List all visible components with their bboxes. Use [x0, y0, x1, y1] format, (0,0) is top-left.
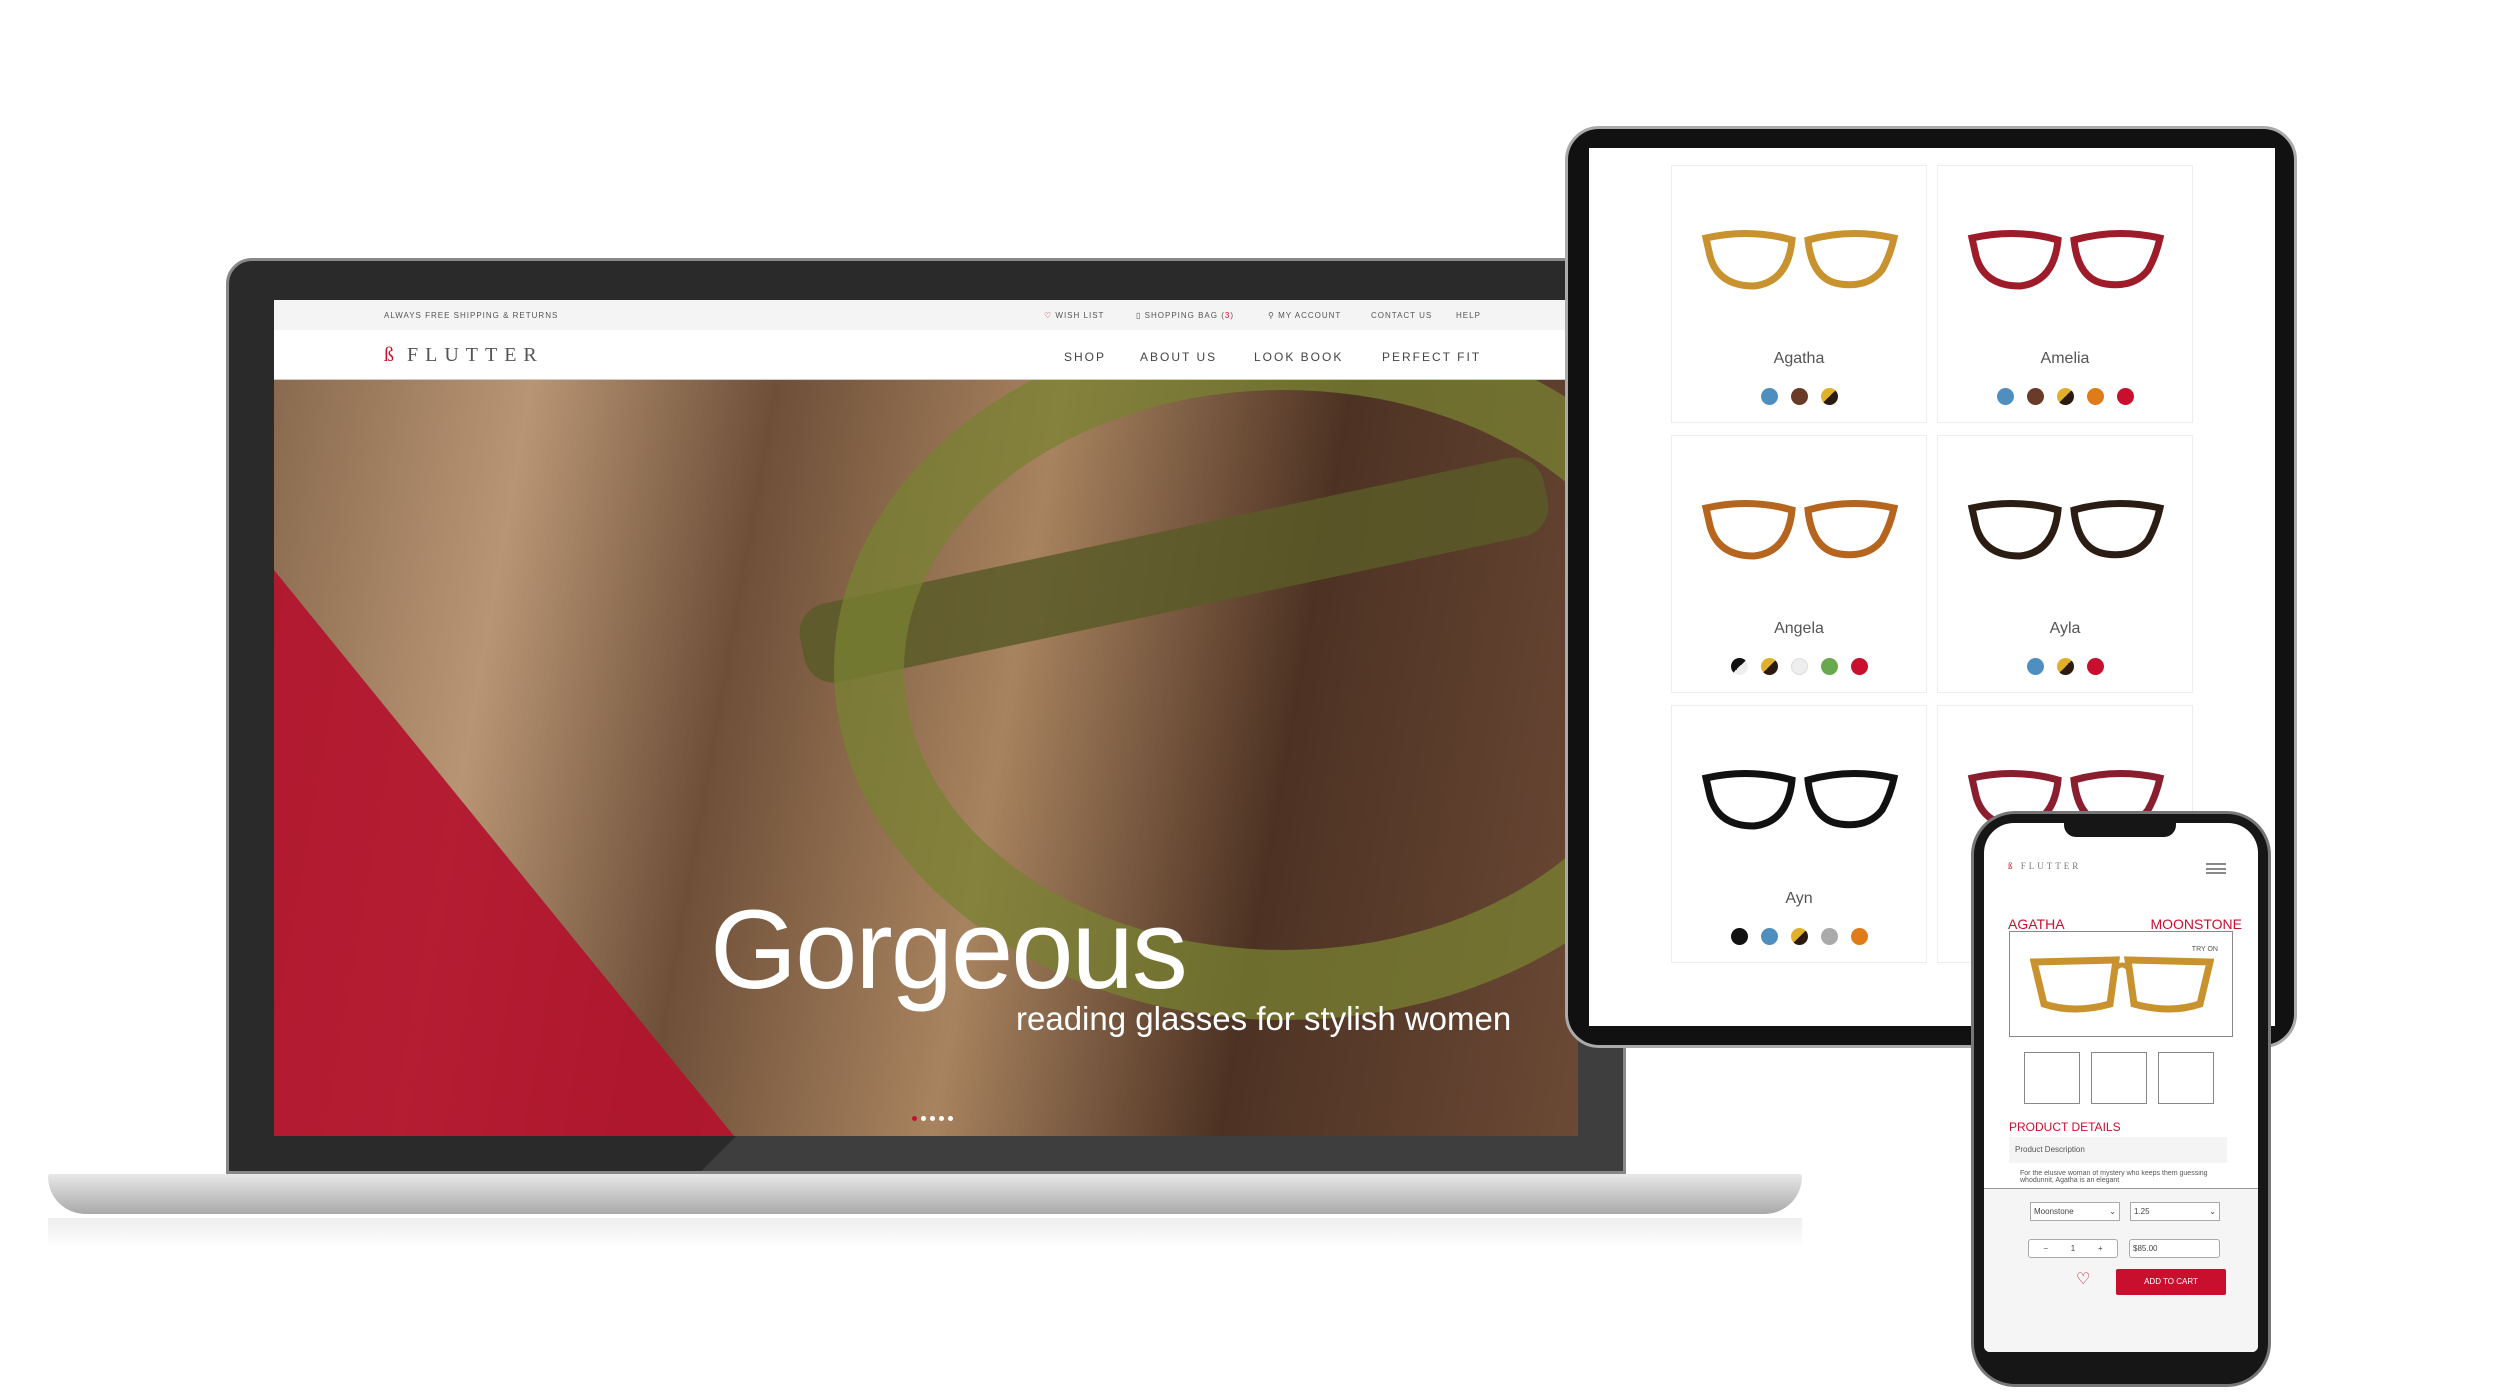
- product-image: TRY ON: [2009, 931, 2233, 1037]
- minus-icon[interactable]: −: [2043, 1244, 2048, 1253]
- flutter-logo[interactable]: ß FLUTTER: [384, 344, 544, 367]
- color-swatches: [1672, 388, 1926, 405]
- utility-bar: ALWAYS FREE SHIPPING & RETURNS ♡ WISH LI…: [274, 300, 1578, 330]
- color-swatch[interactable]: [1760, 928, 1778, 945]
- color-swatches: [1672, 658, 1926, 675]
- slide-dot[interactable]: [948, 1116, 953, 1121]
- phone-screen: ß FLUTTER AGATHA MOONSTONE TRY ON PRODUC…: [1984, 823, 2258, 1352]
- hero-title: Gorgeous: [710, 887, 1188, 1012]
- glasses-image: [1967, 500, 2165, 560]
- color-swatch[interactable]: [1790, 658, 1808, 675]
- slide-dot[interactable]: [912, 1116, 917, 1121]
- nav-shop[interactable]: SHOP: [1064, 350, 1106, 364]
- product-name: AGATHA: [2008, 916, 2065, 932]
- contact-link[interactable]: CONTACT US: [1371, 311, 1432, 320]
- glasses-image: [1701, 500, 1899, 560]
- wish-list-link[interactable]: ♡ WISH LIST: [1044, 311, 1104, 320]
- product-card[interactable]: Ayn: [1671, 705, 1927, 963]
- laptop-base: [48, 1174, 1802, 1214]
- color-select[interactable]: Moonstone ⌄: [2030, 1202, 2120, 1221]
- color-swatch[interactable]: [2056, 658, 2074, 675]
- hero-subtitle: reading glasses for stylish women: [1016, 1000, 1512, 1037]
- color-swatch[interactable]: [1996, 388, 2014, 405]
- product-description: For the elusive woman of mystery who kee…: [2020, 1170, 2208, 1184]
- slide-dot[interactable]: [930, 1116, 935, 1121]
- wishlist-heart-icon[interactable]: ♡: [2076, 1269, 2090, 1289]
- product-details-title: PRODUCT DETAILS: [2009, 1120, 2121, 1134]
- color-swatch[interactable]: [2116, 388, 2134, 405]
- nav-about-us[interactable]: ABOUT US: [1140, 350, 1217, 364]
- color-swatches: [1938, 658, 2192, 675]
- glasses-image: [2030, 956, 2214, 1013]
- purchase-panel: Moonstone ⌄ 1.25 ⌄ −1 + $85.00 ♡ ADD TO CAR…: [1984, 1188, 2258, 1352]
- product-card[interactable]: Agatha: [1671, 165, 1927, 423]
- color-swatch[interactable]: [1760, 388, 1778, 405]
- red-triangle-accent: [274, 570, 734, 1136]
- color-swatch[interactable]: [1730, 928, 1748, 945]
- user-icon: ⚲: [1268, 311, 1275, 320]
- product-card[interactable]: Angela: [1671, 435, 1927, 693]
- description-tab[interactable]: Product Description: [2009, 1137, 2227, 1163]
- product-name[interactable]: Agatha: [1672, 350, 1926, 368]
- my-account-link[interactable]: ⚲ MY ACCOUNT: [1268, 311, 1341, 320]
- color-swatch[interactable]: [1820, 658, 1838, 675]
- product-card[interactable]: Amelia: [1937, 165, 2193, 423]
- color-swatches: [1938, 388, 2192, 405]
- glasses-image: [1701, 230, 1899, 290]
- product-name[interactable]: Ayla: [1938, 620, 2192, 638]
- thumbnail-alt[interactable]: [2158, 1052, 2214, 1104]
- laptop-screen: ALWAYS FREE SHIPPING & RETURNS ♡ WISH LI…: [274, 300, 1578, 1136]
- color-swatch[interactable]: [2056, 388, 2074, 405]
- slide-dots: [912, 1116, 953, 1121]
- chevron-down-icon: ⌄: [2209, 1207, 2216, 1216]
- help-link[interactable]: HELP: [1456, 311, 1481, 320]
- color-swatch[interactable]: [2026, 658, 2044, 675]
- shipping-notice: ALWAYS FREE SHIPPING & RETURNS: [384, 311, 559, 320]
- shopping-bag-link[interactable]: ▯ SHOPPING BAG (3): [1136, 311, 1234, 320]
- add-to-cart-button[interactable]: ADD TO CART: [2116, 1269, 2226, 1295]
- color-swatch[interactable]: [1790, 388, 1808, 405]
- glasses-image: [1701, 770, 1899, 830]
- chevron-down-icon: ⌄: [2109, 1207, 2116, 1216]
- color-swatch[interactable]: [2086, 388, 2104, 405]
- bag-count: 3: [1224, 311, 1231, 320]
- glasses-image: [1967, 230, 2165, 290]
- product-name[interactable]: Amelia: [1938, 350, 2192, 368]
- thumbnail-side[interactable]: [2091, 1052, 2147, 1104]
- laptop-shadow: [48, 1218, 1802, 1248]
- slide-dot[interactable]: [921, 1116, 926, 1121]
- nav-perfect-fit[interactable]: PERFECT FIT: [1382, 350, 1481, 364]
- product-color: MOONSTONE: [2150, 916, 2242, 932]
- color-swatch[interactable]: [2086, 658, 2104, 675]
- color-swatch[interactable]: [1820, 388, 1838, 405]
- color-swatch[interactable]: [2026, 388, 2044, 405]
- price-field: $85.00: [2129, 1239, 2220, 1258]
- color-swatch[interactable]: [1820, 928, 1838, 945]
- product-name[interactable]: Ayn: [1672, 890, 1926, 908]
- color-swatches: [1672, 928, 1926, 945]
- color-swatch[interactable]: [1760, 658, 1778, 675]
- phone-notch: [2064, 823, 2176, 837]
- color-swatch[interactable]: [1850, 928, 1868, 945]
- product-card[interactable]: Ayla: [1937, 435, 2193, 693]
- heart-icon: ♡: [1044, 311, 1053, 320]
- hamburger-menu-icon[interactable]: [2206, 863, 2226, 874]
- logo-mark-icon: ß: [2008, 861, 2016, 871]
- quantity-stepper[interactable]: −1 +: [2028, 1239, 2118, 1258]
- try-on-link[interactable]: TRY ON: [2192, 946, 2218, 953]
- color-swatch[interactable]: [1730, 658, 1748, 675]
- plus-icon[interactable]: +: [2098, 1244, 2103, 1253]
- slide-dot[interactable]: [939, 1116, 944, 1121]
- color-swatch[interactable]: [1790, 928, 1808, 945]
- thumbnail-front[interactable]: [2024, 1052, 2080, 1104]
- power-select[interactable]: 1.25 ⌄: [2130, 1202, 2220, 1221]
- bag-icon: ▯: [1136, 311, 1142, 320]
- color-swatch[interactable]: [1850, 658, 1868, 675]
- nav-look-book[interactable]: LOOK BOOK: [1254, 350, 1343, 364]
- hero-banner: Gorgeous reading glasses for stylish wom…: [274, 380, 1578, 1136]
- main-nav: ß FLUTTER SHOP ABOUT US LOOK BOOK PERFECT…: [274, 330, 1578, 380]
- phone-logo[interactable]: ß FLUTTER: [2008, 861, 2081, 871]
- logo-mark-icon: ß: [384, 344, 401, 366]
- product-name[interactable]: Angela: [1672, 620, 1926, 638]
